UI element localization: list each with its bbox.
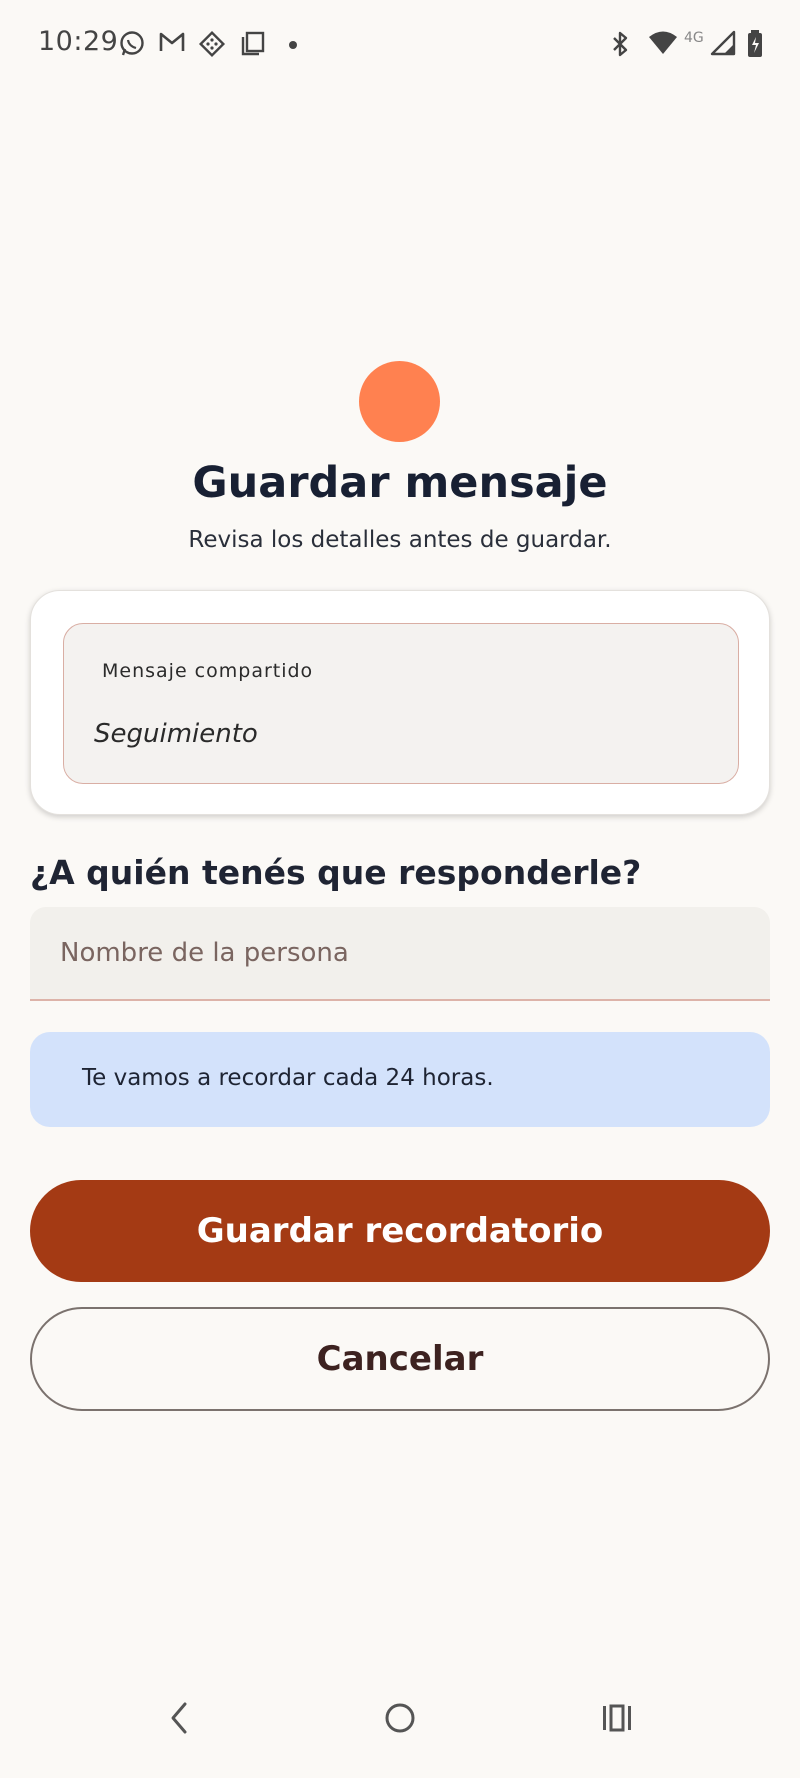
signal-icon bbox=[710, 30, 736, 56]
page-subtitle: Revisa los detalles antes de guardar. bbox=[188, 527, 612, 553]
wifi-icon bbox=[648, 30, 678, 56]
shared-message-value: Seguimiento bbox=[94, 719, 258, 749]
bluetooth-icon bbox=[610, 30, 632, 58]
whatsapp-icon bbox=[118, 30, 146, 58]
shared-message-card: Mensaje compartido Seguimiento bbox=[30, 590, 770, 815]
gmail-icon bbox=[158, 30, 186, 54]
cancel-button[interactable]: Cancelar bbox=[30, 1307, 770, 1411]
recents-icon[interactable] bbox=[600, 1700, 634, 1740]
battery-icon bbox=[746, 30, 764, 58]
status-bar: 10:29 4G bbox=[0, 0, 800, 90]
shared-message-label: Mensaje compartido bbox=[102, 660, 314, 682]
avatar bbox=[359, 361, 440, 442]
4g-icon: 4G bbox=[684, 30, 704, 46]
recipient-question: ¿A quién tenés que responderle? bbox=[30, 853, 642, 892]
page-title: Guardar mensaje bbox=[192, 458, 608, 508]
status-time: 10:29 bbox=[38, 26, 119, 57]
screenshot-icon bbox=[240, 30, 266, 56]
save-reminder-button[interactable]: Guardar recordatorio bbox=[30, 1180, 770, 1282]
notification-dot-icon bbox=[288, 40, 298, 50]
reminder-info-box: Te vamos a recordar cada 24 horas. bbox=[30, 1032, 770, 1127]
shared-message-field: Mensaje compartido Seguimiento bbox=[63, 623, 739, 784]
app-icon bbox=[198, 30, 226, 58]
back-icon[interactable] bbox=[165, 1700, 195, 1740]
reminder-info-text: Te vamos a recordar cada 24 horas. bbox=[82, 1065, 494, 1091]
home-icon[interactable] bbox=[383, 1700, 417, 1740]
recipient-name-input[interactable] bbox=[30, 907, 770, 1001]
system-nav-bar bbox=[0, 1700, 800, 1778]
